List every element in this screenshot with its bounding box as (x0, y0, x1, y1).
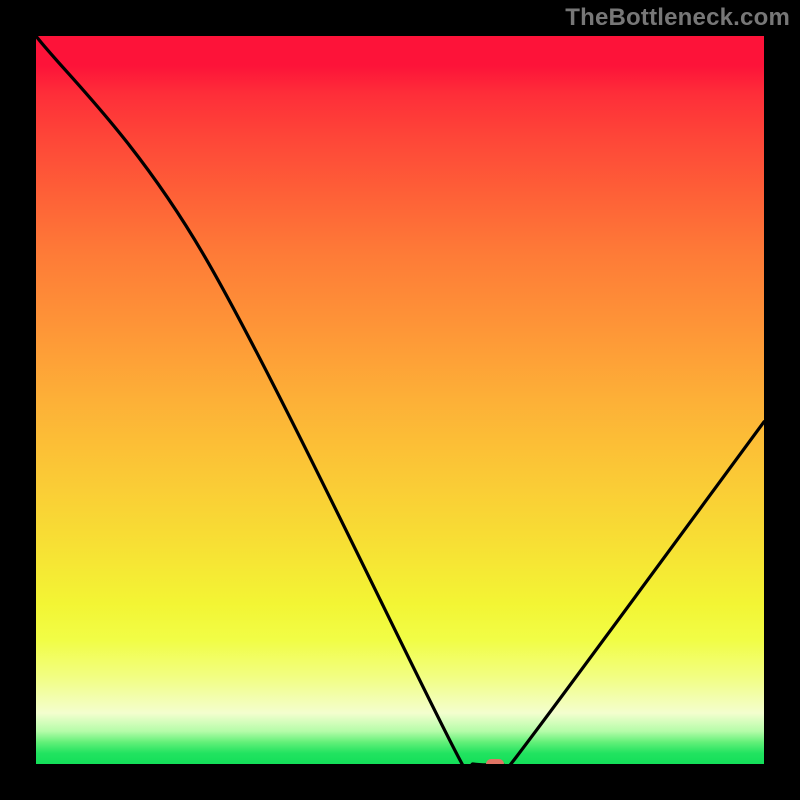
bottleneck-curve (36, 36, 764, 764)
attribution-label: TheBottleneck.com (565, 4, 790, 32)
optimal-point-marker (486, 759, 504, 764)
plot-area (36, 36, 764, 764)
chart-frame: TheBottleneck.com (0, 0, 800, 800)
